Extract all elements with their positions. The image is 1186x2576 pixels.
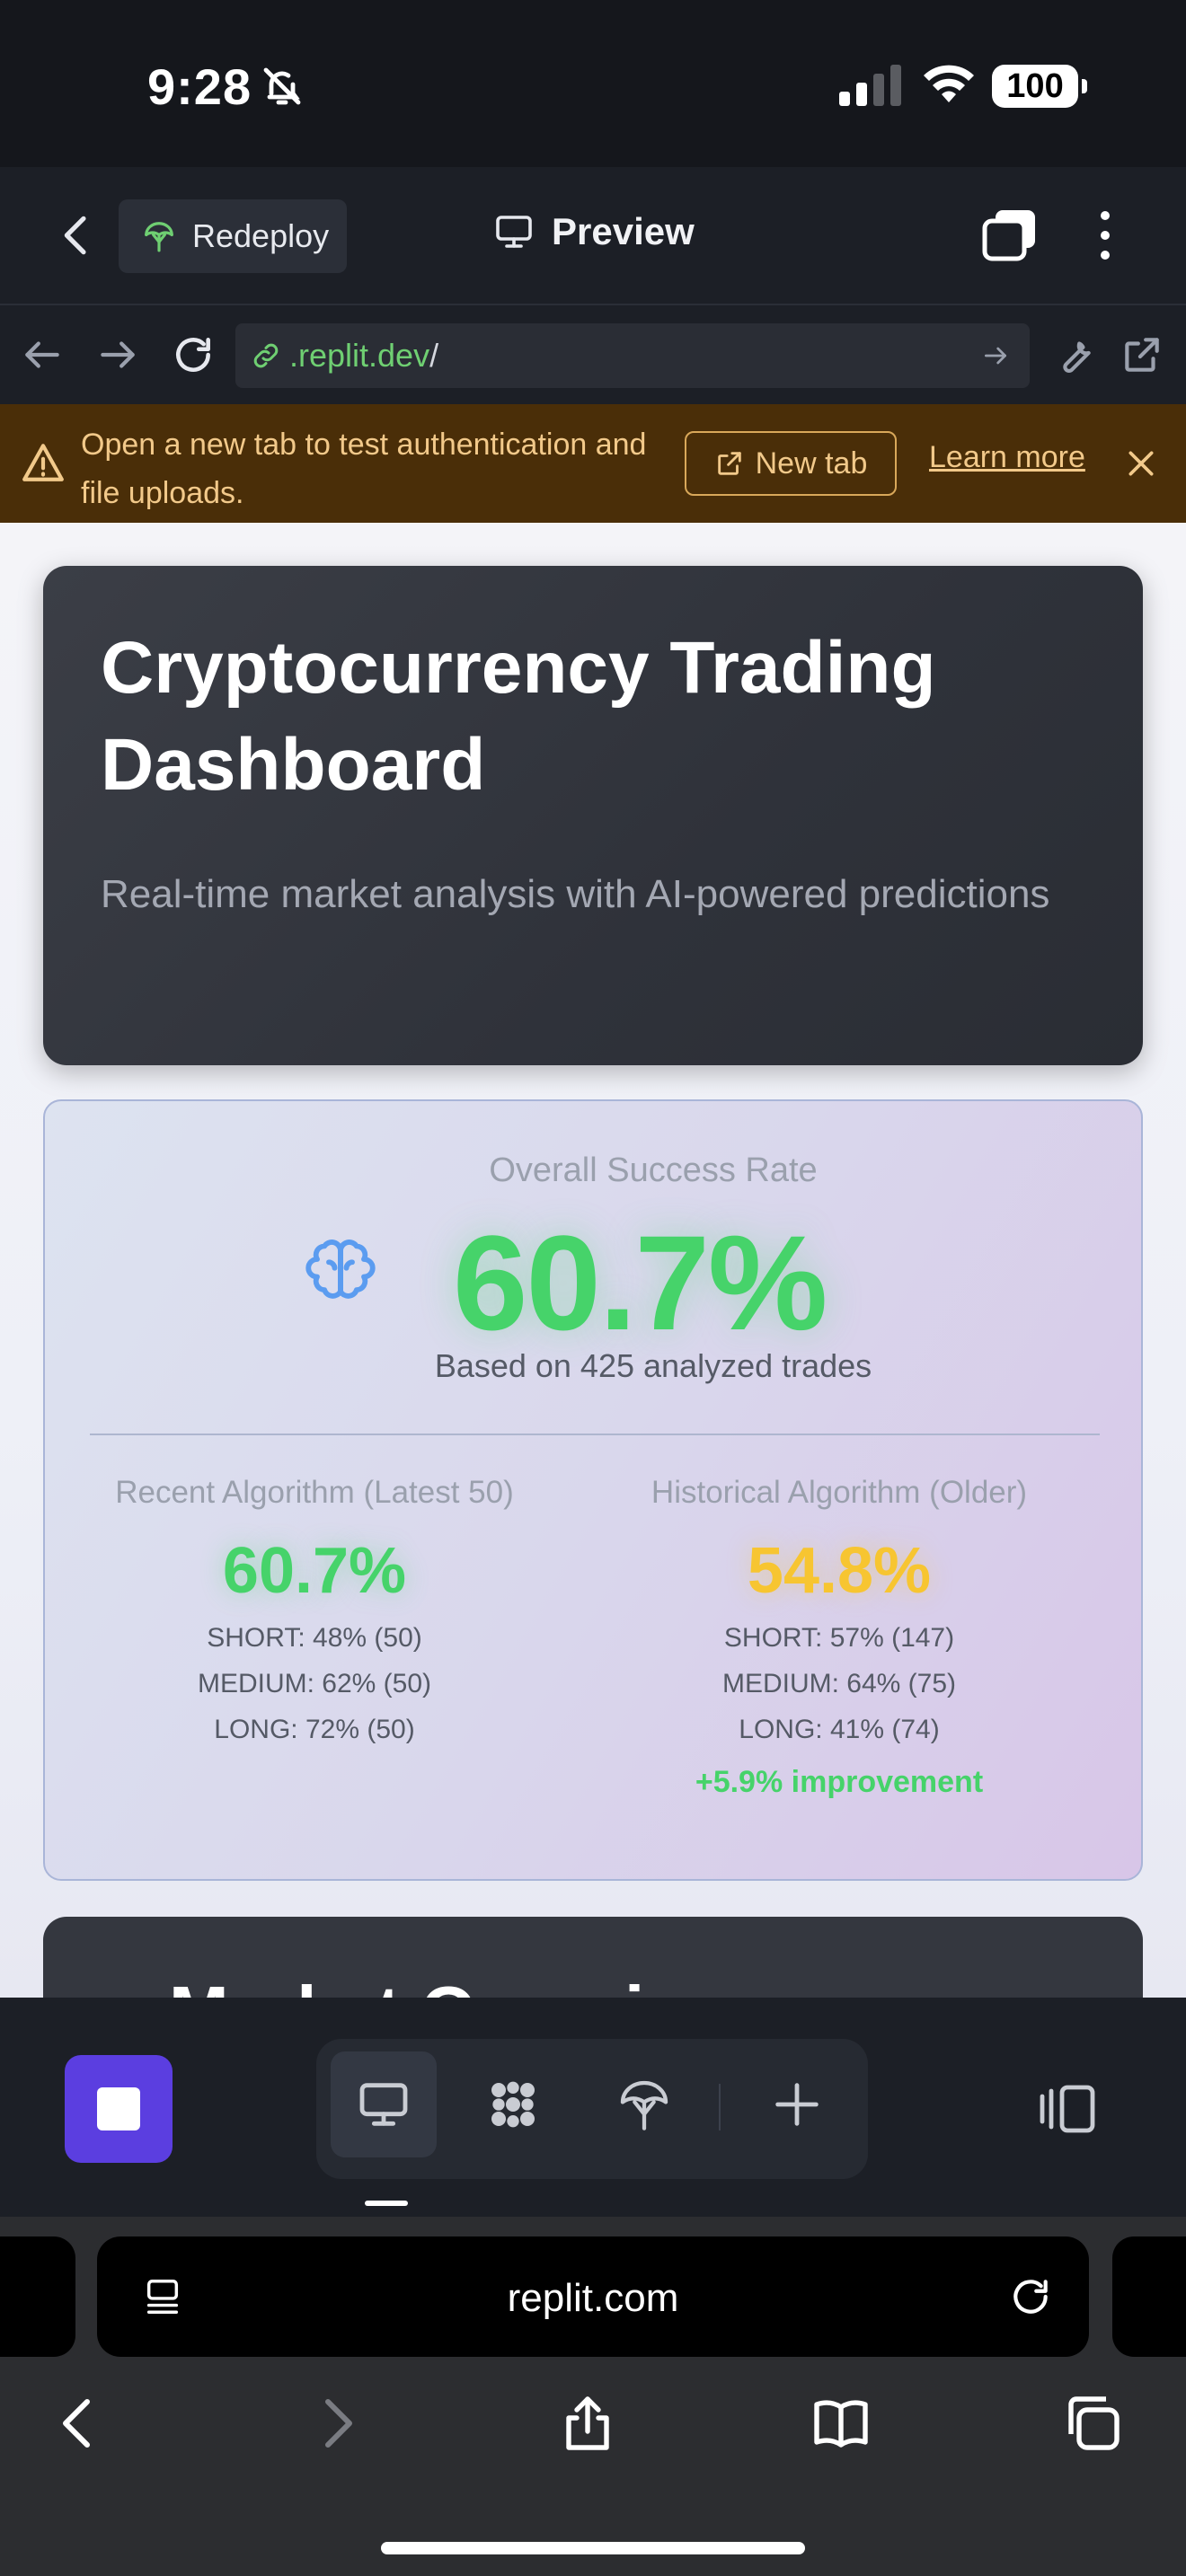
learn-more-link[interactable]: Learn more: [929, 440, 1085, 475]
go-arrow-icon[interactable]: [981, 341, 1010, 370]
bookmarks-icon[interactable]: [809, 2391, 873, 2456]
safari-forward-icon[interactable]: [304, 2391, 368, 2456]
stop-button[interactable]: [65, 2055, 173, 2163]
historical-algorithm-rate: 54.8%: [747, 1535, 932, 1607]
safari-toolbar: replit.com: [0, 2217, 1186, 2576]
historical-medium-stat: MEDIUM: 64% (75): [721, 1669, 957, 1698]
arrow-right-icon[interactable]: [95, 332, 140, 377]
toolbar-separator: [719, 2084, 721, 2130]
status-time: 9:28: [147, 58, 252, 115]
apps-icon: [491, 2081, 535, 2128]
redeploy-label: Redeploy: [192, 217, 330, 254]
recent-short-stat: SHORT: 48% (50): [207, 1623, 422, 1653]
historical-long-stat: LONG: 41% (74): [739, 1715, 940, 1744]
url-path: /: [429, 337, 439, 374]
safari-back-icon[interactable]: [47, 2391, 111, 2456]
preview-url-bar: .replit.dev /: [0, 305, 1186, 404]
bell-muted-icon: [263, 67, 301, 105]
plus-icon: [775, 2083, 819, 2126]
historical-algorithm-column: Historical Algorithm (Older) 54.8% SHORT…: [588, 1475, 1091, 1800]
share-icon[interactable]: [555, 2391, 620, 2456]
success-rate-heading: Overall Success Rate: [489, 1151, 818, 1189]
market-overview-card: Market Overview: [43, 1917, 1143, 1998]
market-overview-title: Market Overview: [169, 1971, 740, 1998]
preview-title: Preview: [492, 210, 695, 253]
deploy-tool-button[interactable]: [591, 2051, 697, 2157]
safari-address-bar[interactable]: replit.com: [97, 2236, 1089, 2357]
url-host: .replit.dev: [289, 337, 430, 374]
safari-url-host: replit.com: [507, 2276, 679, 2320]
stop-icon: [97, 2087, 140, 2130]
status-bar: 9:28 100: [0, 0, 1186, 167]
replit-topbar: Redeploy Preview: [0, 167, 1186, 305]
recent-medium-stat: MEDIUM: 62% (50): [197, 1669, 432, 1698]
reload-icon[interactable]: [1008, 2274, 1053, 2319]
new-tab-label: New tab: [755, 446, 868, 481]
improvement-badge: +5.9% improvement: [695, 1765, 984, 1799]
arrow-left-icon[interactable]: [20, 332, 65, 377]
monitor-icon: [496, 216, 532, 248]
brain-icon: [305, 1239, 376, 1299]
success-rate-card: Overall Success Rate 60.7% Based on 425 …: [43, 1099, 1143, 1881]
next-tab-peek[interactable]: [1112, 2236, 1186, 2357]
divider: [90, 1434, 1100, 1435]
add-tool-button[interactable]: [744, 2051, 850, 2157]
overall-success-rate: 60.7%: [453, 1207, 828, 1358]
panel-toggle-icon[interactable]: [1037, 2082, 1098, 2136]
external-link-icon[interactable]: [1120, 332, 1164, 377]
historical-short-stat: SHORT: 57% (147): [723, 1623, 955, 1653]
apps-tool-button[interactable]: [460, 2051, 566, 2157]
recent-algorithm-rate: 60.7%: [222, 1535, 407, 1607]
preview-tool-button[interactable]: [331, 2051, 437, 2157]
wrench-icon[interactable]: [1051, 332, 1096, 377]
analyzed-trades-count: Based on 425 analyzed trades: [434, 1347, 872, 1384]
active-tool-indicator: [365, 2201, 408, 2206]
signal-icon: [839, 65, 901, 106]
url-input[interactable]: .replit.dev /: [235, 323, 1030, 388]
wifi-icon: [924, 65, 974, 102]
new-tab-button[interactable]: New tab: [685, 431, 897, 496]
more-vertical-icon[interactable]: [1089, 208, 1121, 262]
monitor-icon: [359, 2083, 408, 2126]
preview-label: Preview: [552, 210, 695, 252]
back-chevron-icon[interactable]: [52, 210, 102, 260]
tabs-icon[interactable]: [981, 208, 1039, 262]
dashboard-header-card: Cryptocurrency Trading Dashboard Real-ti…: [43, 566, 1143, 1065]
tabs-icon[interactable]: [1060, 2391, 1125, 2456]
page-title: Cryptocurrency Trading Dashboard: [101, 627, 936, 806]
historical-algorithm-title: Historical Algorithm (Older): [651, 1475, 1028, 1510]
page-subtitle: Real-time market analysis with AI-powere…: [101, 872, 1050, 916]
link-icon: [253, 343, 279, 368]
warning-icon: [22, 444, 64, 481]
recent-algorithm-column: Recent Algorithm (Latest 50) 60.7% SHORT…: [63, 1475, 566, 1752]
external-link-icon: [717, 452, 741, 475]
redeploy-button[interactable]: Redeploy: [119, 199, 347, 273]
tool-switcher: [316, 2039, 868, 2179]
preview-content: Cryptocurrency Trading Dashboard Real-ti…: [0, 523, 1186, 1998]
close-icon[interactable]: [1123, 446, 1159, 481]
deploy-icon: [145, 222, 173, 252]
banner-message: Open a new tab to test authentication an…: [81, 428, 647, 510]
auth-warning-banner: Open a new tab to test authentication an…: [0, 404, 1186, 523]
refresh-icon[interactable]: [171, 332, 216, 377]
recent-algorithm-title: Recent Algorithm (Latest 50): [115, 1475, 514, 1510]
replit-bottom-toolbar: [0, 1998, 1186, 2217]
previous-tab-peek[interactable]: [0, 2236, 75, 2357]
recent-long-stat: LONG: 72% (50): [214, 1715, 415, 1744]
battery-indicator: 100: [992, 65, 1087, 108]
deploy-icon: [620, 2080, 668, 2130]
home-indicator: [381, 2542, 805, 2554]
